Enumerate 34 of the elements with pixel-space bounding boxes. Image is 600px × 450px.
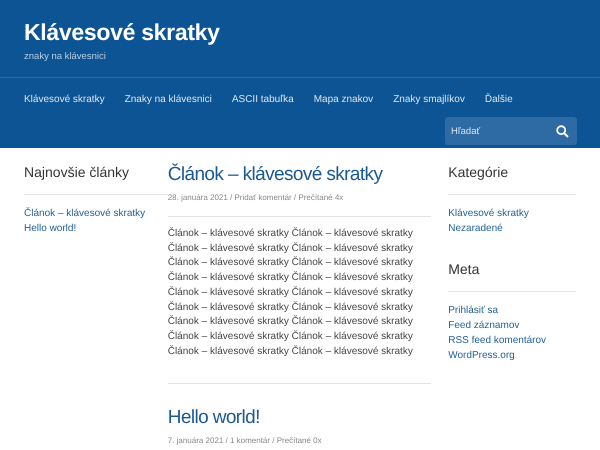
site-tagline: znaky na klávesnici [24,50,107,64]
post-text-line: Článok – klávesové skratky Článok – klávesové skratky [168,315,414,330]
nav-link[interactable]: Ďalšie [484,92,513,107]
nav-link[interactable]: Mapa znakov [314,92,374,107]
post-text-line: Článok – klávesové skratky Článok – klávesové skratky [168,330,414,344]
widget-link[interactable]: Prihlásiť sa [448,303,576,318]
widget-link[interactable]: Nezaradené [448,221,576,236]
post-text-line: Článok – klávesové skratky Článok – klávesové skratky [168,300,414,315]
widget-link[interactable]: Feed záznamov [448,318,576,333]
post-meta: 28. januára 2021 / Pridať komentár / Prečítané 4x [168,192,432,217]
widget-link[interactable]: WordPress.org [448,348,576,363]
widget-link[interactable]: Článok – klávesové skratky [24,206,168,221]
widget-title: Kategórie [448,162,576,195]
search-icon[interactable] [556,125,569,138]
post-title[interactable]: Článok – klávesové skratky [168,162,432,188]
widget-link[interactable]: RSS feed komentárov [448,333,576,348]
nav-link[interactable]: ASCII tabuľka [232,92,294,107]
nav-link[interactable]: Znaky na klávesnici [124,92,212,107]
search-field[interactable]: Hľadať [445,117,577,145]
post-text-line: Článok – klávesové skratky Článok – klávesové skratky [168,344,414,359]
post-text-line: Článok – klávesové skratky Článok – klávesové skratky [168,256,414,270]
nav-link[interactable]: Znaky smajlíkov [393,92,465,107]
post-meta: 7. januára 2021 / 1 komentár / Prečítané 0x [168,435,432,450]
post-title[interactable]: Hello world! [168,405,432,432]
widget-link[interactable]: Klávesové skratky [448,206,576,221]
nav-link[interactable]: Klávesové skratky [24,92,105,107]
post-text-line: Článok – klávesové skratky Článok – klávesové skratky [168,271,414,286]
widget-title: Meta [448,259,576,292]
site-title[interactable]: Klávesové skratky [24,18,576,46]
post-text-line: Článok – klávesové skratky Článok – klávesové skratky [168,227,414,241]
post-text-line: Článok – klávesové skratky Článok – klávesové skratky [168,242,414,256]
widget-link[interactable]: Hello world! [24,221,168,236]
widget-title: Najnovšie články [24,162,168,195]
post-text-line: Článok – klávesové skratky Článok – klávesové skratky [168,286,414,300]
